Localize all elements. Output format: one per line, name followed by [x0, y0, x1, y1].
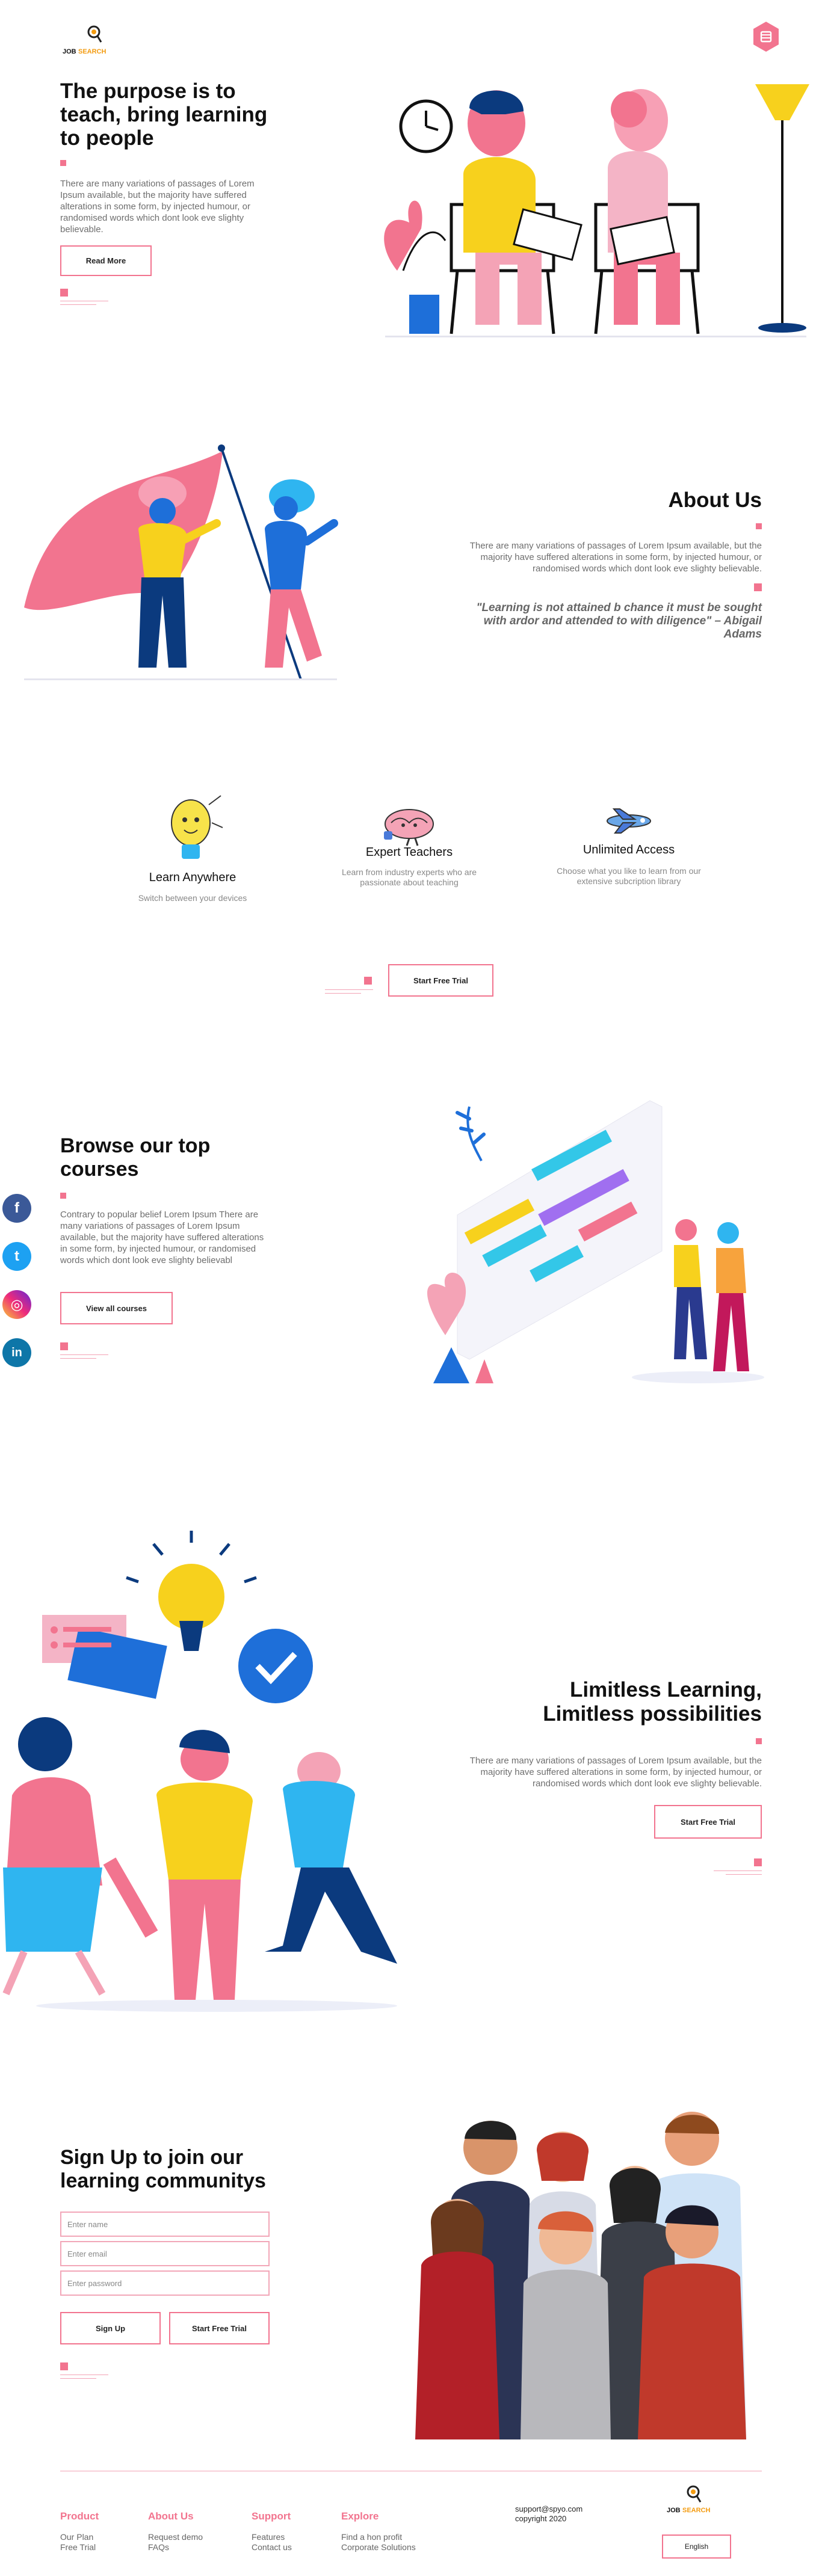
airplane-icon — [607, 808, 651, 834]
email-field[interactable] — [60, 2241, 270, 2266]
footer-logo-text-job: JOB — [667, 2507, 681, 2514]
password-field[interactable] — [60, 2270, 270, 2296]
view-all-courses-button[interactable]: View all courses — [60, 1292, 173, 1324]
courses-title: Browse our top courses — [60, 1134, 211, 1181]
footer-link-our-plan[interactable]: Our Plan — [60, 2532, 93, 2542]
feature-text-learn-anywhere: Switch between your devices — [138, 893, 247, 903]
feature-text-unlimited-access: Choose what you like to learn from our e… — [557, 866, 701, 886]
signup-deco-lines — [60, 2375, 108, 2382]
signup-deco-square — [60, 2362, 68, 2370]
courses-text: Contrary to popular belief Lorem Ipsum T… — [60, 1210, 264, 1265]
courses-illustration — [427, 1100, 764, 1383]
courses-deco-square — [60, 1342, 68, 1350]
hero-illustration — [384, 84, 809, 337]
logo-magnifier-icon — [87, 25, 102, 43]
footer-email[interactable]: support@spyo.com — [515, 2504, 583, 2513]
signup-title: Sign Up to join our learning communitys — [60, 2146, 266, 2192]
footer-link-request-demo[interactable]: Request demo — [148, 2532, 203, 2542]
footer-link-features[interactable]: Features — [252, 2532, 285, 2542]
limitless-deco-square — [754, 1858, 762, 1866]
limitless-title-line2: Limitless possibilities — [543, 1702, 762, 1726]
courses-accent-square — [60, 1193, 66, 1199]
hero-deco-lines — [60, 301, 108, 308]
facebook-icon[interactable]: f — [2, 1194, 31, 1223]
signup-button[interactable]: Sign Up — [60, 2312, 161, 2344]
footer-heading-support: Support — [252, 2510, 291, 2522]
brain-icon — [384, 809, 434, 846]
feature-title-expert-teachers: Expert Teachers — [365, 846, 453, 859]
lightbulb-icon — [171, 795, 223, 859]
features-start-free-trial-button[interactable]: Start Free Trial — [388, 964, 493, 997]
limitless-start-free-trial-button[interactable]: Start Free Trial — [654, 1805, 762, 1839]
footer-heading-explore: Explore — [341, 2510, 379, 2522]
courses-deco-lines — [60, 1354, 108, 1362]
about-quote: "Learning is not attained b chance it mu… — [476, 601, 762, 641]
about-deco-square — [754, 583, 762, 591]
language-selector[interactable]: English — [662, 2535, 731, 2559]
about-title: About Us — [668, 488, 762, 512]
hero-accent-square — [60, 160, 66, 166]
footer-link-corporate-solutions[interactable]: Corporate Solutions — [341, 2542, 416, 2553]
community-illustration — [409, 2103, 762, 2439]
footer-heading-about-us: About Us — [148, 2510, 194, 2522]
footer-logo[interactable]: JOB SEARCH — [667, 2484, 721, 2520]
read-more-button[interactable]: Read More — [60, 245, 152, 276]
hero-text: There are many variations of passages of… — [60, 179, 255, 235]
feature-title-unlimited-access: Unlimited Access — [583, 843, 675, 856]
footer-link-faqs[interactable]: FAQs — [148, 2542, 169, 2553]
limitless-illustration — [2, 1531, 397, 2012]
menu-icon — [753, 22, 779, 52]
about-illustration — [24, 444, 338, 680]
about-text: There are many variations of passages of… — [469, 541, 762, 574]
about-accent-square — [756, 523, 762, 529]
logo-text-job: JOB — [63, 48, 76, 55]
logo-text-search: SEARCH — [78, 48, 107, 55]
hero-deco-square — [60, 289, 68, 297]
footer-logo-magnifier-icon — [687, 2485, 702, 2503]
signup-start-free-trial-button[interactable]: Start Free Trial — [169, 2312, 270, 2344]
name-field[interactable] — [60, 2212, 270, 2237]
footer-copyright: copyright 2020 — [515, 2514, 567, 2523]
hero-title: The purpose is to teach, bring learning … — [60, 79, 268, 150]
limitless-deco-lines — [714, 1871, 762, 1878]
footer-link-free-trial[interactable]: Free Trial — [60, 2542, 96, 2553]
limitless-text: There are many variations of passages of… — [469, 1756, 762, 1789]
footer-link-find-non-profit[interactable]: Find a hon profit — [341, 2532, 402, 2542]
instagram-icon[interactable]: ◎ — [2, 1290, 31, 1319]
feature-title-learn-anywhere: Learn Anywhere — [149, 871, 236, 884]
twitter-icon[interactable]: t — [2, 1242, 31, 1271]
features-deco-lines — [325, 989, 373, 997]
limitless-accent-square — [756, 1738, 762, 1744]
menu-button[interactable] — [750, 20, 782, 53]
logo[interactable]: JOB SEARCH — [60, 24, 114, 60]
footer-logo-text-search: SEARCH — [682, 2507, 711, 2514]
footer-link-contact-us[interactable]: Contact us — [252, 2542, 292, 2553]
linkedin-icon[interactable]: in — [2, 1338, 31, 1367]
features-deco-square — [364, 977, 372, 985]
feature-text-expert-teachers: Learn from industry experts who are pass… — [341, 867, 477, 887]
limitless-title-line1: Limitless Learning, — [570, 1678, 762, 1701]
footer-heading-product: Product — [60, 2510, 99, 2522]
